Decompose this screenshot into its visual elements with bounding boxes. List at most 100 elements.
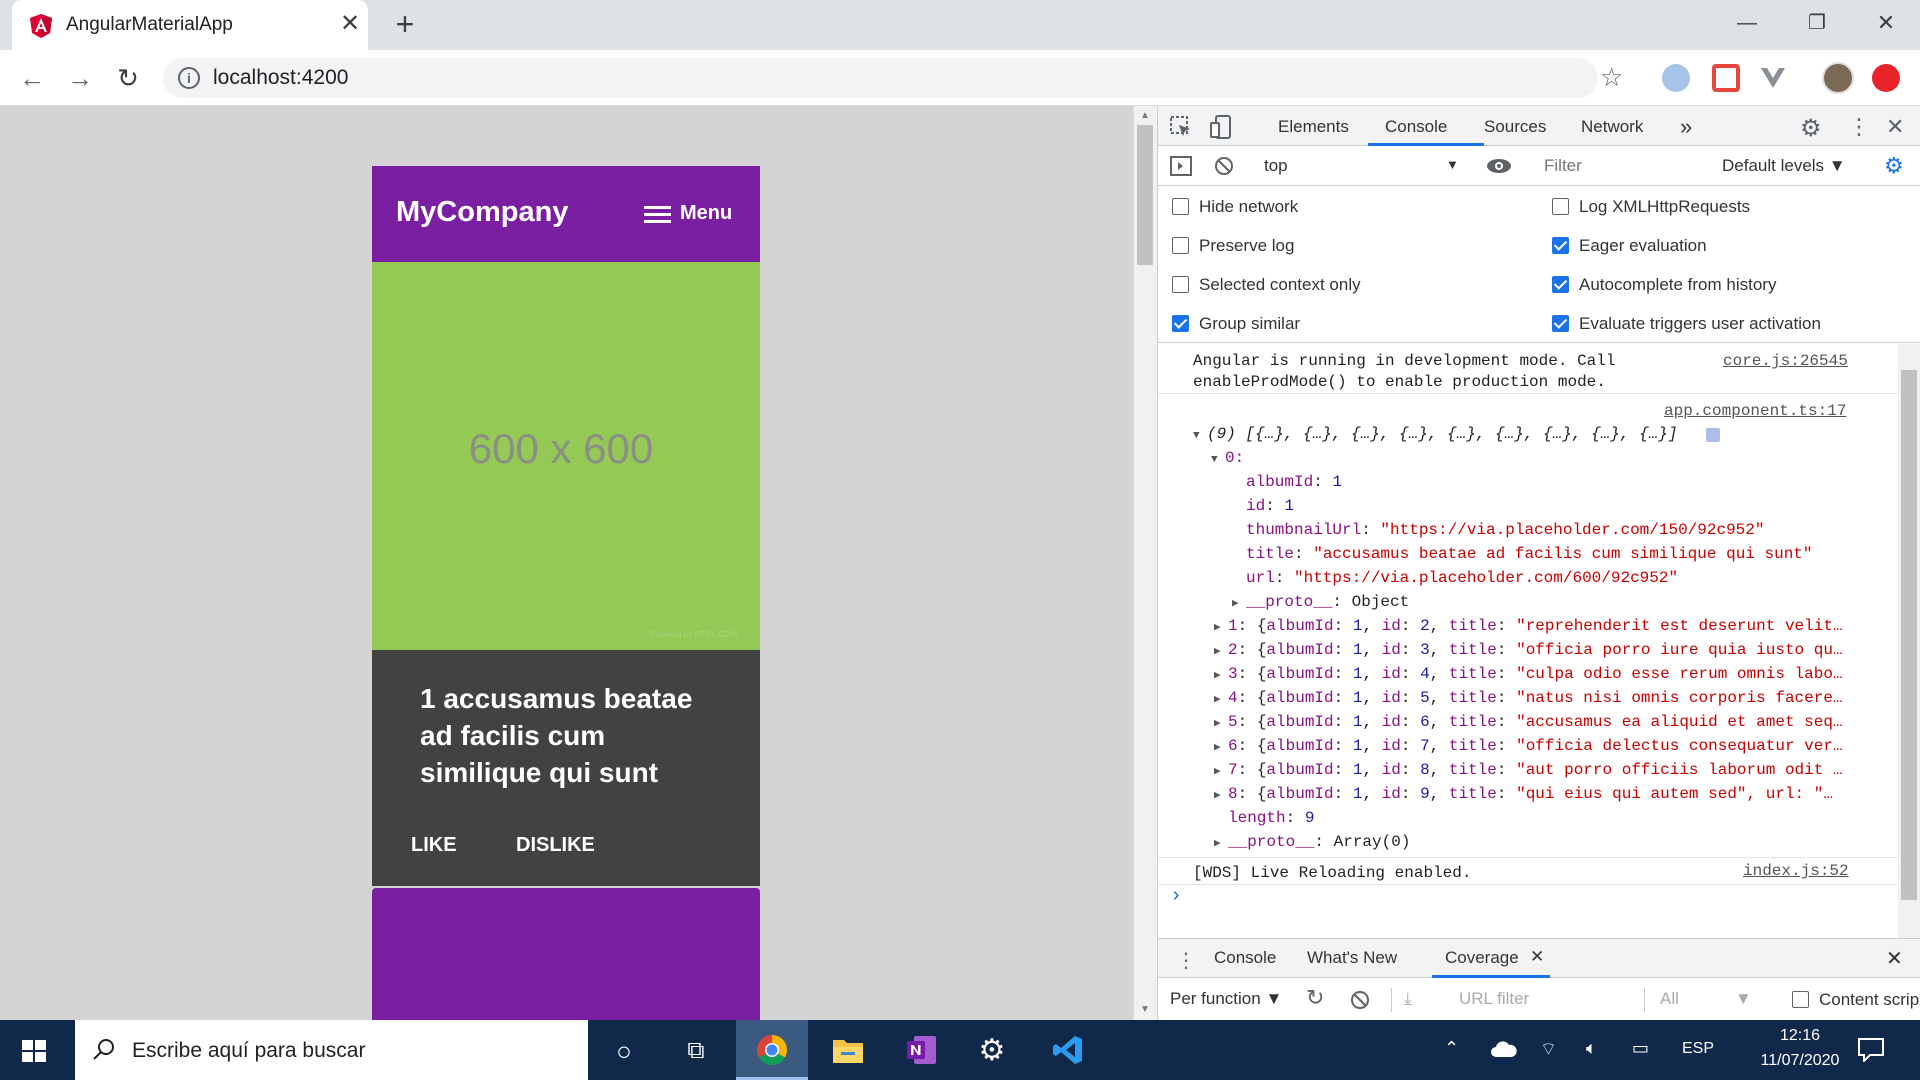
- drawer-tab-coverage[interactable]: Coverage: [1445, 948, 1519, 968]
- source-link[interactable]: index.js:52: [1743, 862, 1849, 880]
- back-button[interactable]: ←: [14, 60, 50, 96]
- expand-triangle-icon[interactable]: ▶: [1214, 737, 1228, 759]
- console-proto[interactable]: ▶ __proto__: Object: [1232, 591, 1409, 615]
- live-expression-eye-icon[interactable]: [1486, 158, 1512, 174]
- profile-avatar[interactable]: [1822, 62, 1854, 94]
- source-link[interactable]: app.component.ts:17: [1664, 402, 1846, 420]
- inspect-element-icon[interactable]: [1170, 116, 1192, 138]
- tab-elements[interactable]: Elements: [1278, 117, 1349, 137]
- checkbox-box[interactable]: [1552, 276, 1569, 293]
- export-download-icon[interactable]: ⤓: [1404, 989, 1412, 1009]
- site-info-icon[interactable]: i: [178, 67, 200, 89]
- more-options-icon[interactable]: ⋮: [1848, 114, 1870, 140]
- checkbox-box[interactable]: [1792, 991, 1809, 1008]
- drawer-menu-icon[interactable]: ⋮: [1176, 948, 1196, 973]
- expand-triangle-icon[interactable]: ▼: [1211, 449, 1225, 471]
- tab-close-icon[interactable]: ✕: [337, 11, 363, 37]
- restore-button[interactable]: ❐: [1792, 6, 1842, 40]
- update-icon[interactable]: [1872, 64, 1900, 92]
- extension-icon[interactable]: [1662, 64, 1690, 92]
- task-view-icon[interactable]: ⧉: [664, 1026, 728, 1076]
- new-tab-button[interactable]: +: [390, 8, 420, 40]
- browser-tab[interactable]: AngularMaterialApp ✕: [12, 0, 368, 50]
- close-drawer-icon[interactable]: ✕: [1886, 946, 1903, 971]
- drawer-tab-whats-new[interactable]: What's New: [1307, 948, 1397, 968]
- console-array-row[interactable]: ▶ 2: {albumId: 1, id: 3, title: "officia …: [1214, 639, 1843, 663]
- bookmark-star-icon[interactable]: ☆: [1600, 62, 1623, 93]
- cortana-icon[interactable]: ○: [592, 1026, 656, 1076]
- console-array-row[interactable]: ▶ 5: {albumId: 1, id: 6, title: "accusamu…: [1214, 711, 1843, 735]
- like-button[interactable]: LIKE: [411, 834, 457, 857]
- url-text[interactable]: localhost:4200: [213, 66, 348, 90]
- reload-button[interactable]: ↻: [110, 60, 146, 96]
- page-scroll-thumb[interactable]: [1137, 125, 1153, 265]
- per-function-dropdown[interactable]: Per function ▼: [1170, 989, 1282, 1009]
- onedrive-cloud-icon[interactable]: [1490, 1040, 1518, 1058]
- windows-start-icon[interactable]: [22, 1040, 46, 1062]
- settings-gear-icon[interactable]: ⚙: [1800, 114, 1822, 143]
- address-bar[interactable]: [163, 58, 1598, 98]
- close-devtools-icon[interactable]: ✕: [1886, 114, 1904, 140]
- clock-date[interactable]: 11/07/2020: [1738, 1052, 1862, 1070]
- minimize-button[interactable]: —: [1722, 6, 1772, 40]
- console-filter-input[interactable]: [1538, 152, 1708, 180]
- type-filter-dropdown[interactable]: All ▼: [1660, 989, 1752, 1009]
- reload-coverage-icon[interactable]: ↻: [1306, 985, 1324, 1011]
- expand-triangle-icon[interactable]: ▶: [1214, 785, 1228, 807]
- console-array-summary[interactable]: ▼ (9) [{…}, {…}, {…}, {…}, {…}, {…}, {…},…: [1193, 423, 1677, 447]
- device-toolbar-icon[interactable]: [1210, 115, 1232, 139]
- checkbox-box[interactable]: [1172, 198, 1189, 215]
- expand-triangle-icon[interactable]: ▶: [1214, 641, 1228, 663]
- console-array-row[interactable]: ▶ 8: {albumId: 1, id: 9, title: "qui eius…: [1214, 783, 1833, 807]
- expand-triangle-icon[interactable]: ▶: [1232, 593, 1246, 615]
- extension-icon[interactable]: [1760, 66, 1786, 90]
- scroll-down-arrow[interactable]: ▼: [1138, 1004, 1152, 1015]
- checkbox-box[interactable]: [1552, 198, 1569, 215]
- file-explorer-icon[interactable]: [832, 1036, 864, 1064]
- scroll-up-arrow[interactable]: ▲: [1138, 110, 1152, 121]
- clock-time[interactable]: 12:16: [1765, 1027, 1835, 1045]
- show-sidebar-icon[interactable]: [1170, 156, 1192, 176]
- console-array-row[interactable]: ▶ 4: {albumId: 1, id: 5, title: "natus ni…: [1214, 687, 1843, 711]
- expand-triangle-icon[interactable]: ▼: [1193, 425, 1207, 447]
- tab-network[interactable]: Network: [1581, 117, 1643, 137]
- clear-coverage-icon[interactable]: [1350, 990, 1370, 1010]
- console-array-row[interactable]: ▶ 7: {albumId: 1, id: 8, title: "aut porr…: [1214, 759, 1843, 783]
- tab-console[interactable]: Console: [1385, 117, 1447, 137]
- window-close-button[interactable]: ✕: [1861, 6, 1911, 40]
- battery-icon[interactable]: ▭: [1632, 1038, 1649, 1059]
- extension-icon[interactable]: [1712, 64, 1740, 92]
- onenote-icon[interactable]: [906, 1034, 938, 1066]
- expand-triangle-icon[interactable]: ▶: [1214, 713, 1228, 735]
- url-filter-input[interactable]: URL filter: [1459, 989, 1529, 1009]
- checkbox-box[interactable]: [1172, 237, 1189, 254]
- tab-sources[interactable]: Sources: [1484, 117, 1546, 137]
- checkbox-box[interactable]: [1172, 276, 1189, 293]
- expand-triangle-icon[interactable]: ▶: [1214, 833, 1228, 855]
- drawer-tab-console[interactable]: Console: [1214, 948, 1276, 968]
- expand-triangle-icon[interactable]: ▶: [1214, 665, 1228, 687]
- taskbar-search-placeholder[interactable]: Escribe aquí para buscar: [132, 1039, 365, 1063]
- expand-triangle-icon[interactable]: ▶: [1214, 761, 1228, 783]
- checkbox-box[interactable]: [1552, 315, 1569, 332]
- expand-triangle-icon[interactable]: ▶: [1214, 617, 1228, 639]
- show-hidden-icons-icon[interactable]: ⌃: [1444, 1038, 1459, 1059]
- console-proto[interactable]: ▶ __proto__: Array(0): [1214, 831, 1410, 855]
- console-prompt-icon[interactable]: ›: [1170, 886, 1182, 908]
- context-selector[interactable]: top: [1264, 156, 1459, 176]
- dislike-button[interactable]: DISLIKE: [516, 834, 595, 857]
- info-badge-icon[interactable]: [1706, 428, 1720, 442]
- console-settings-gear-icon[interactable]: ⚙: [1884, 153, 1904, 179]
- console-array-row[interactable]: ▶ 6: {albumId: 1, id: 7, title: "officia …: [1214, 735, 1843, 759]
- expand-triangle-icon[interactable]: ▶: [1214, 689, 1228, 711]
- checkbox-box[interactable]: [1552, 237, 1569, 254]
- clear-console-icon[interactable]: [1214, 156, 1234, 176]
- console-scroll-thumb[interactable]: [1901, 370, 1917, 900]
- settings-icon[interactable]: ⚙: [960, 1026, 1024, 1076]
- vscode-icon[interactable]: [1052, 1034, 1084, 1066]
- forward-button[interactable]: →: [62, 60, 98, 96]
- close-coverage-tab-icon[interactable]: ✕: [1530, 947, 1544, 967]
- console-array-row[interactable]: ▶ 1: {albumId: 1, id: 2, title: "reprehen…: [1214, 615, 1843, 639]
- array-item-0[interactable]: ▼ 0:: [1211, 447, 1244, 471]
- input-language-indicator[interactable]: ESP: [1682, 1040, 1714, 1058]
